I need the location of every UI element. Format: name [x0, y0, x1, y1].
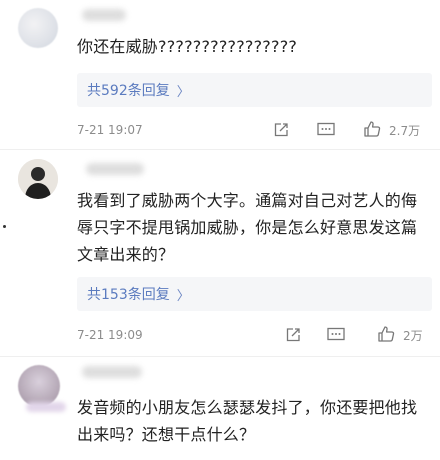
avatar[interactable] [18, 365, 60, 407]
share-icon[interactable] [271, 120, 291, 140]
comment-icon[interactable] [326, 325, 346, 345]
blurred-username [82, 366, 142, 378]
replies-label: 共592条回复 [87, 83, 170, 99]
like-count: 2.7万 [389, 124, 421, 138]
avatar-silhouette-icon [18, 159, 58, 199]
timestamp: 7-21 19:07 [77, 123, 143, 137]
view-replies-button[interactable]: 共153条回复 〉 [77, 277, 432, 311]
comment-text: 你还在威胁???????????????? [77, 37, 298, 56]
chevron-right-icon: 〉 [176, 288, 190, 304]
comment-text: 我看到了威胁两个大字。通篇对自己对艺人的侮辱只字不提甩锅加威胁，你是怎么好意思发… [77, 191, 418, 264]
stray-dot [3, 225, 6, 228]
thumbs-up-icon[interactable] [376, 324, 396, 344]
timestamp: 7-21 19:09 [77, 328, 143, 342]
blurred-username [82, 9, 126, 21]
replies-label: 共153条回复 [87, 287, 170, 303]
comment-icon[interactable] [316, 120, 336, 140]
blurred-badge [26, 402, 66, 412]
comment-text: 发音频的小朋友怎么瑟瑟发抖了，你还要把他找出来吗？还想干点什么？ [77, 398, 418, 444]
like-count: 2万 [403, 329, 423, 343]
chevron-right-icon: 〉 [176, 84, 190, 100]
avatar[interactable] [18, 159, 58, 199]
view-replies-button[interactable]: 共592条回复 〉 [77, 73, 432, 107]
divider [0, 149, 440, 150]
thumbs-up-icon[interactable] [362, 119, 382, 139]
share-icon[interactable] [283, 325, 303, 345]
divider [0, 356, 440, 357]
blurred-username [86, 163, 144, 175]
avatar[interactable] [18, 8, 58, 48]
